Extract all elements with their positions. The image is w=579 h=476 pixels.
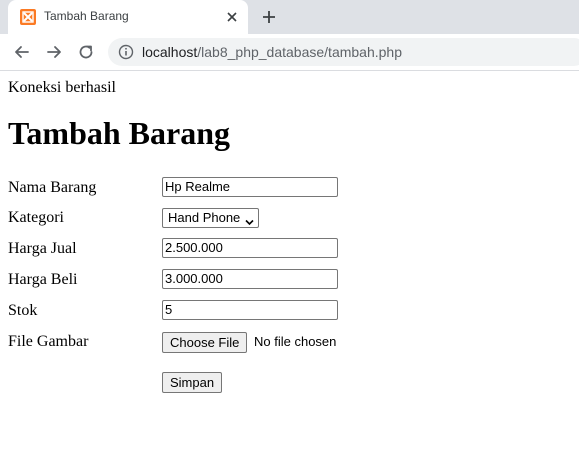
harga-jual-label: Harga Jual [8, 240, 77, 257]
simpan-button[interactable]: Simpan [162, 372, 223, 393]
harga-beli-label: Harga Beli [8, 271, 78, 288]
form-row-stok: Stok 5 [8, 300, 568, 324]
browser-toolbar: localhost/lab8_php_database/tambah.php [0, 34, 579, 71]
kategori-label: Kategori [8, 209, 64, 226]
url-path: /lab8_php_database/tambah.php [197, 44, 402, 60]
nama-barang-label: Nama Barang [8, 179, 97, 196]
form-row-harga-jual: Harga Jual 2.500.000 [8, 238, 568, 262]
forward-arrow-icon[interactable] [44, 42, 64, 62]
tab-strip: Tambah Barang [0, 0, 579, 34]
page-title: Tambah Barang [8, 115, 230, 151]
xampp-favicon-icon [20, 9, 36, 25]
address-bar[interactable]: localhost/lab8_php_database/tambah.php [108, 38, 579, 66]
form-row-harga-beli: Harga Beli 3.000.000 [8, 269, 568, 293]
reload-icon[interactable] [76, 42, 96, 62]
harga-beli-input[interactable]: 3.000.000 [162, 269, 338, 289]
page-content: Koneksi berhasil Tambah Barang Nama Bara… [0, 71, 579, 476]
close-tab-icon[interactable] [224, 9, 240, 25]
connection-status-text: Koneksi berhasil [8, 79, 116, 96]
site-info-icon[interactable] [118, 44, 134, 60]
kategori-select[interactable]: Hand Phone [162, 208, 259, 228]
form-row-nama-barang: Nama Barang Hp Realme [8, 177, 568, 201]
harga-jual-input[interactable]: 2.500.000 [162, 238, 338, 258]
file-gambar-label: File Gambar [8, 333, 89, 350]
choose-file-button[interactable]: Choose File [162, 332, 248, 353]
kategori-selected-value: Hand Phone [168, 210, 241, 225]
file-status-text: No file chosen [254, 334, 337, 349]
url-text: localhost/lab8_php_database/tambah.php [142, 44, 402, 60]
tab-title: Tambah Barang [44, 9, 129, 23]
stok-input[interactable]: 5 [162, 300, 338, 320]
url-host: localhost [142, 44, 198, 60]
nama-barang-input[interactable]: Hp Realme [162, 177, 338, 197]
chevron-down-icon [245, 214, 254, 226]
browser-tab[interactable]: Tambah Barang [8, 0, 248, 34]
form-row-kategori: Kategori Hand Phone [8, 207, 568, 231]
new-tab-icon[interactable] [260, 8, 278, 26]
back-arrow-icon[interactable] [12, 42, 32, 62]
form-row-submit: Simpan [8, 372, 568, 396]
stok-label: Stok [8, 302, 38, 319]
form-row-file-gambar: File Gambar Choose File No file chosen [8, 331, 568, 355]
